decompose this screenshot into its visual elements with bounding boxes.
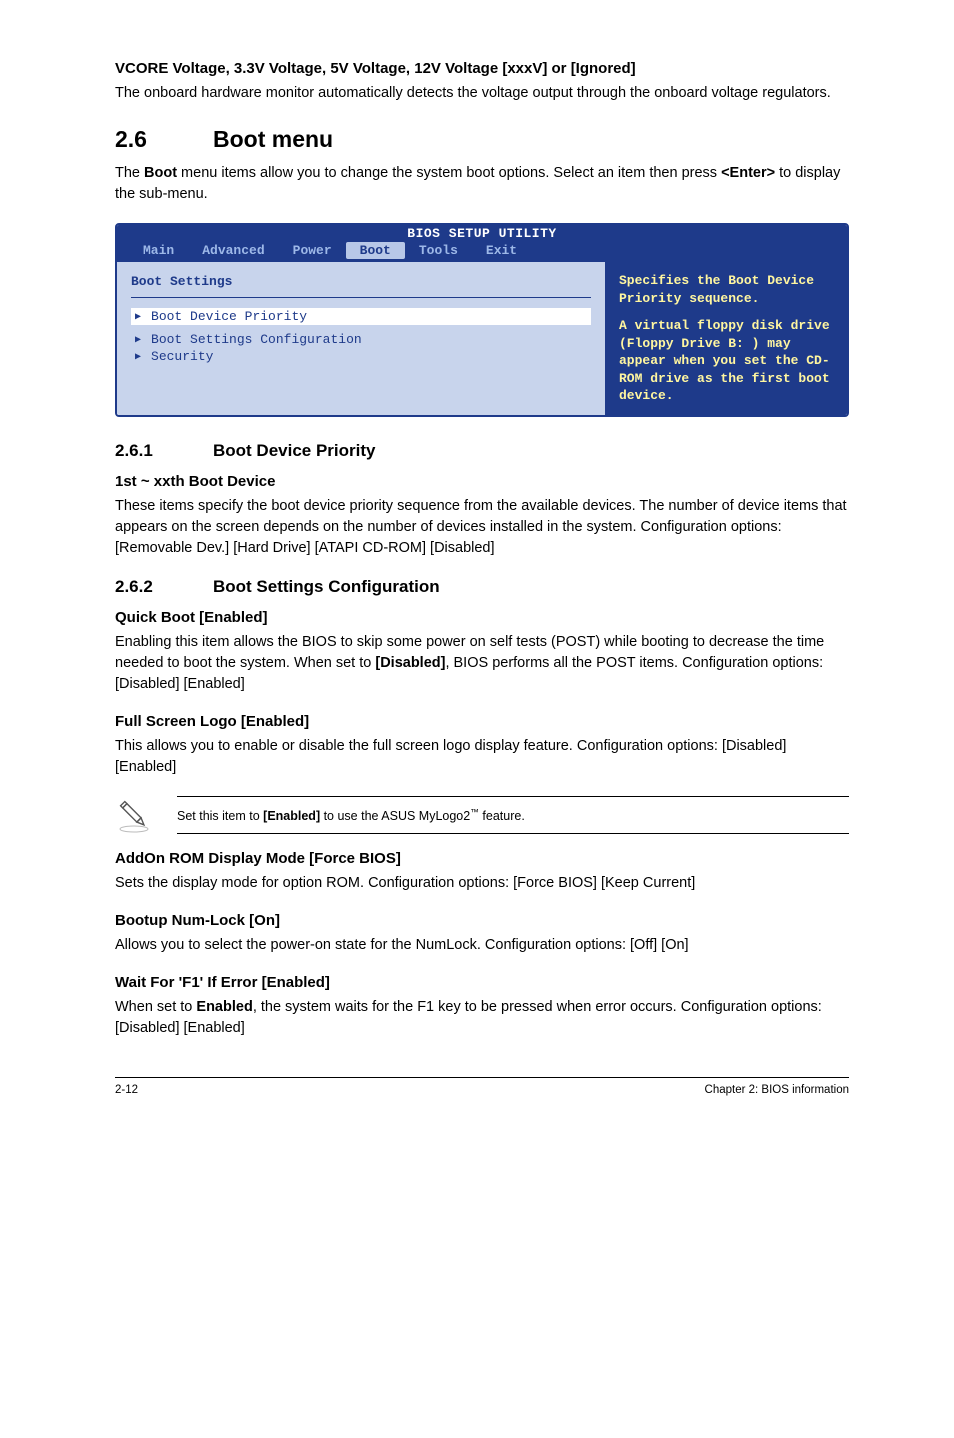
bold: Enabled bbox=[196, 999, 252, 1015]
note-callout: Set this item to [Enabled] to use the AS… bbox=[115, 796, 849, 834]
quick-boot-heading: Quick Boot [Enabled] bbox=[115, 609, 849, 626]
bios-panel-label: Boot Settings bbox=[131, 272, 591, 291]
full-screen-logo-body: This allows you to enable or disable the… bbox=[115, 736, 849, 778]
tab-power[interactable]: Power bbox=[279, 242, 346, 259]
bootup-numlock-heading: Bootup Num-Lock [On] bbox=[115, 912, 849, 929]
wait-f1-heading: Wait For 'F1' If Error [Enabled] bbox=[115, 974, 849, 991]
text: menu items allow you to change the syste… bbox=[177, 165, 721, 181]
pencil-icon bbox=[115, 796, 153, 834]
addon-rom-body: Sets the display mode for option ROM. Co… bbox=[115, 873, 849, 894]
section-2-6-2-header: 2.6.2 Boot Settings Configuration bbox=[115, 577, 849, 597]
bios-item-boot-priority[interactable]: ▶ Boot Device Priority bbox=[131, 308, 591, 325]
footer-chapter: Chapter 2: BIOS information bbox=[705, 1084, 849, 1096]
bios-help-text-2: A virtual floppy disk drive (Floppy Driv… bbox=[619, 317, 835, 405]
note-text: Set this item to [Enabled] to use the AS… bbox=[177, 796, 849, 834]
bios-item-label: Security bbox=[151, 349, 213, 364]
boot-device-heading: 1st ~ xxth Boot Device bbox=[115, 473, 849, 490]
page: VCORE Voltage, 3.3V Voltage, 5V Voltage,… bbox=[0, 0, 954, 1136]
bold: [Enabled] bbox=[263, 809, 320, 823]
subsection-title: Boot Settings Configuration bbox=[213, 577, 440, 597]
bios-body: Boot Settings ▶ Boot Device Priority ▶ B… bbox=[117, 262, 847, 415]
vcore-heading: VCORE Voltage, 3.3V Voltage, 5V Voltage,… bbox=[115, 60, 849, 77]
bold: <Enter> bbox=[721, 165, 775, 181]
caret-right-icon: ▶ bbox=[135, 311, 141, 323]
text: When set to bbox=[115, 999, 196, 1015]
caret-right-icon: ▶ bbox=[135, 351, 141, 363]
text: The bbox=[115, 165, 144, 181]
text: Set this item to bbox=[177, 809, 263, 823]
footer-page-number: 2-12 bbox=[115, 1084, 138, 1096]
section-2-6-1-header: 2.6.1 Boot Device Priority bbox=[115, 441, 849, 461]
tab-exit[interactable]: Exit bbox=[472, 242, 531, 259]
caret-right-icon: ▶ bbox=[135, 334, 141, 346]
section-title: Boot menu bbox=[213, 126, 333, 153]
bios-left-panel: Boot Settings ▶ Boot Device Priority ▶ B… bbox=[117, 262, 607, 415]
bios-title: BIOS SETUP UTILITY bbox=[117, 225, 847, 242]
page-footer: 2-12 Chapter 2: BIOS information bbox=[115, 1077, 849, 1096]
bios-screenshot: BIOS SETUP UTILITY Main Advanced Power B… bbox=[115, 223, 849, 417]
bios-window: BIOS SETUP UTILITY Main Advanced Power B… bbox=[115, 223, 849, 417]
bios-item-label: Boot Settings Configuration bbox=[151, 332, 362, 347]
section-2-6-header: 2.6 Boot menu bbox=[115, 126, 849, 153]
boot-menu-body: The Boot menu items allow you to change … bbox=[115, 163, 849, 205]
bios-tabs: Main Advanced Power Boot Tools Exit bbox=[117, 242, 847, 262]
tab-main[interactable]: Main bbox=[129, 242, 188, 259]
subsection-number: 2.6.1 bbox=[115, 441, 213, 461]
tab-tools[interactable]: Tools bbox=[405, 242, 472, 259]
subsection-title: Boot Device Priority bbox=[213, 441, 376, 461]
wait-f1-body: When set to Enabled, the system waits fo… bbox=[115, 997, 849, 1039]
bold: [Disabled] bbox=[375, 655, 445, 671]
tab-boot[interactable]: Boot bbox=[346, 242, 405, 259]
full-screen-logo-heading: Full Screen Logo [Enabled] bbox=[115, 713, 849, 730]
text: feature. bbox=[479, 809, 525, 823]
bios-help-text-1: Specifies the Boot Device Priority seque… bbox=[619, 272, 835, 307]
addon-rom-heading: AddOn ROM Display Mode [Force BIOS] bbox=[115, 850, 849, 867]
section-number: 2.6 bbox=[115, 126, 213, 153]
bios-item-boot-settings-config[interactable]: ▶ Boot Settings Configuration bbox=[131, 331, 591, 348]
bold: Boot bbox=[144, 165, 177, 181]
text: to use the ASUS MyLogo2 bbox=[320, 809, 470, 823]
boot-device-body: These items specify the boot device prio… bbox=[115, 496, 849, 559]
tab-advanced[interactable]: Advanced bbox=[188, 242, 278, 259]
divider bbox=[131, 297, 591, 298]
bios-item-security[interactable]: ▶ Security bbox=[131, 348, 591, 365]
subsection-number: 2.6.2 bbox=[115, 577, 213, 597]
bootup-numlock-body: Allows you to select the power-on state … bbox=[115, 935, 849, 956]
quick-boot-body: Enabling this item allows the BIOS to sk… bbox=[115, 632, 849, 695]
bios-right-help: Specifies the Boot Device Priority seque… bbox=[607, 262, 847, 415]
vcore-body: The onboard hardware monitor automatical… bbox=[115, 83, 849, 104]
trademark: ™ bbox=[470, 807, 479, 817]
bios-item-label: Boot Device Priority bbox=[151, 309, 307, 324]
